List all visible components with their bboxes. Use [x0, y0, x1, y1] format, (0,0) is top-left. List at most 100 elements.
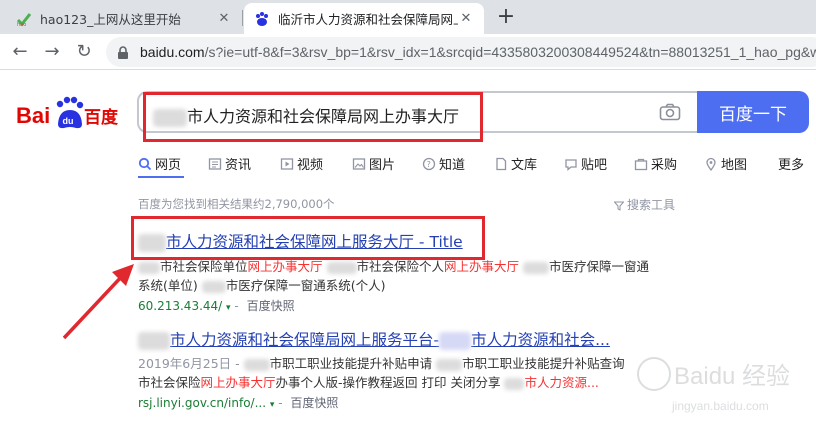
- tab-more[interactable]: 更多: [778, 154, 804, 173]
- snapshot-link[interactable]: 百度快照: [247, 299, 295, 313]
- tab-label: 地图: [721, 158, 748, 173]
- search-button[interactable]: 百度一下: [697, 91, 809, 133]
- baidu-logo[interactable]: Bai du 百度: [16, 94, 120, 134]
- close-tab-icon[interactable]: ✕: [458, 11, 474, 26]
- search-result-2: 市人力资源和社会保障局网上服务平台- 市人力资源和社会... 2019年6月25日…: [138, 328, 698, 411]
- abstract-text: 市职工职业技能提升补贴查询: [462, 356, 625, 371]
- lock-icon: [116, 45, 130, 59]
- chevron-down-icon[interactable]: ▾: [226, 303, 231, 313]
- abstract-text: 市社会保险单位: [160, 259, 248, 274]
- snapshot-link[interactable]: 百度快照: [290, 396, 338, 410]
- hao123-favicon-icon: hao: [16, 11, 32, 27]
- logo-baidu-cn-text: 百度: [84, 107, 119, 128]
- redacted-city-name: [504, 377, 525, 390]
- tieba-icon: [564, 157, 578, 171]
- active-tab-indicator: [138, 176, 184, 178]
- redacted-city-name: [439, 331, 472, 350]
- tab-label: 文库: [511, 158, 538, 173]
- tab-video[interactable]: 视频: [280, 154, 323, 173]
- back-button[interactable]: ←: [8, 40, 32, 64]
- baidu-jingyan-watermark: Baidu 经验 jingyan.baidu.com: [632, 340, 812, 424]
- tab-label: 知道: [439, 158, 466, 173]
- new-tab-button[interactable]: +: [494, 6, 518, 30]
- browser-tab-strip: hao hao123_上网从这里开始 ✕ 临沂市人力资源和社会保障局网上 ✕ +: [0, 0, 816, 34]
- tab-label: 采购: [651, 158, 678, 173]
- annotation-highlight-box: [131, 216, 485, 260]
- search-tools-label: 搜索工具: [627, 198, 676, 212]
- purchase-icon: [634, 157, 648, 171]
- tab-label: 视频: [297, 158, 324, 173]
- tab-label: 网页: [155, 158, 182, 173]
- url-host: baidu.com: [140, 44, 205, 60]
- tab-baidu-search[interactable]: 临沂市人力资源和社会保障局网上 ✕: [244, 3, 484, 34]
- close-tab-icon[interactable]: ✕: [216, 11, 232, 26]
- result-source-url[interactable]: rsj.linyi.gov.cn/info/...: [138, 396, 266, 410]
- url-text: baidu.com/s?ie=utf-8&f=3&rsv_bp=1&rsv_id…: [140, 44, 816, 60]
- result-source-url[interactable]: 60.213.43.44/: [138, 299, 222, 313]
- tab-separator: [242, 10, 243, 26]
- svg-text:?: ?: [427, 160, 431, 169]
- camera-icon[interactable]: [659, 103, 681, 121]
- address-bar[interactable]: baidu.com/s?ie=utf-8&f=3&rsv_bp=1&rsv_id…: [106, 37, 816, 67]
- result-date: 2019年6月25日 -: [138, 356, 240, 371]
- annotation-arrow-icon: [62, 264, 134, 340]
- result-source: rsj.linyi.gov.cn/info/... ▾ - 百度快照: [138, 396, 339, 410]
- tab-label: 图片: [369, 158, 396, 173]
- annotation-highlight-box: [143, 92, 483, 142]
- tab-hao123[interactable]: hao hao123_上网从这里开始 ✕: [6, 3, 242, 34]
- abstract-text: 市社会保险: [138, 375, 201, 390]
- watermark-text: Baidu 经验: [674, 363, 790, 390]
- result-abstract: 市社会保险单位网上办事大厅 市社会保险个人网上办事大厅 市医疗保障一窗通 系统(…: [138, 257, 698, 295]
- tab-label: 资讯: [225, 158, 252, 173]
- abstract-text: 市社会保险个人: [356, 259, 445, 274]
- document-icon: [494, 157, 508, 171]
- question-icon: ?: [422, 157, 436, 171]
- redacted-city-name: [243, 358, 270, 371]
- tab-map[interactable]: 地图: [704, 154, 747, 173]
- tab-purchase[interactable]: 采购: [634, 154, 677, 173]
- tab-images[interactable]: 图片: [352, 154, 395, 173]
- tab-label: 贴吧: [581, 158, 608, 173]
- tab-news[interactable]: 资讯: [208, 154, 251, 173]
- search-icon: [138, 157, 152, 171]
- redacted-city-name: [138, 261, 160, 274]
- filter-icon: [613, 200, 625, 211]
- redacted-city-name: [326, 261, 357, 274]
- tab-wenku[interactable]: 文库: [494, 154, 537, 173]
- tab-tieba[interactable]: 贴吧: [564, 154, 607, 173]
- search-tools-button[interactable]: 搜索工具: [613, 196, 676, 213]
- baidu-paw-icon: du: [56, 96, 84, 129]
- search-type-tabs: 网页 资讯 视频 图片 ? 知道 文库 贴吧 采购 地图 更多: [138, 152, 816, 176]
- abstract-text: 市医疗保障一窗通: [549, 259, 650, 274]
- result-abstract: 2019年6月25日 - 市职工职业技能提升补贴申请 市职工职业技能提升补贴查询…: [138, 354, 698, 392]
- abstract-highlight: 网上办事大厅: [444, 259, 520, 274]
- abstract-highlight: 市人力资源...: [524, 375, 599, 390]
- tab-label: 更多: [778, 158, 805, 173]
- forward-button[interactable]: →: [40, 40, 64, 64]
- redacted-city-name: [138, 331, 170, 350]
- result-count: 百度为您找到相关结果约2,790,000个: [138, 197, 335, 211]
- result-title-text: 市人力资源和社会...: [471, 331, 610, 349]
- tab-web[interactable]: 网页: [138, 154, 181, 173]
- chevron-down-icon[interactable]: ▾: [270, 400, 275, 410]
- logo-du-text: du: [63, 116, 74, 126]
- result-title-link[interactable]: 市人力资源和社会保障局网上服务平台- 市人力资源和社会...: [138, 328, 698, 350]
- result-title-text: 市人力资源和社会保障局网上服务平台-: [170, 331, 440, 349]
- tab-zhidao[interactable]: ? 知道: [422, 154, 465, 173]
- url-path: /s?ie=utf-8&f=3&rsv_bp=1&rsv_idx=1&srcqi…: [204, 44, 816, 60]
- redacted-city-name: [436, 358, 463, 371]
- map-icon: [704, 157, 718, 171]
- svg-text:hao: hao: [17, 22, 26, 27]
- watermark-url: jingyan.baidu.com: [671, 399, 769, 413]
- redacted-city-name: [201, 280, 226, 293]
- redacted-city-name: [523, 261, 550, 274]
- baidu-paw-favicon-icon: [254, 11, 270, 27]
- abstract-text: 办事个人版-操作教程返回 打印 关闭分享: [275, 375, 501, 390]
- abstract-highlight: 网上办事大厅: [200, 375, 276, 390]
- video-icon: [280, 157, 294, 171]
- abstract-text: 系统(单位): [138, 278, 198, 293]
- reload-button[interactable]: ↻: [72, 40, 96, 64]
- tab-title: hao123_上网从这里开始: [40, 12, 181, 27]
- abstract-text: 市职工职业技能提升补贴申请: [269, 356, 433, 371]
- news-icon: [208, 157, 222, 171]
